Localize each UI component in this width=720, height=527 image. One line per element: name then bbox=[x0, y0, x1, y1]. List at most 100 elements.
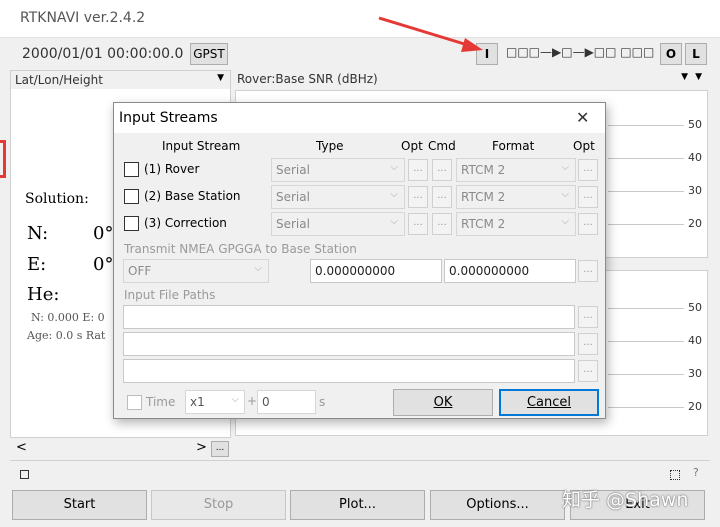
toolbar: 2000/01/01 00:00:00.0 GPST I □□□—▶□—▶□□ … bbox=[10, 40, 710, 68]
header-opt2: Opt bbox=[573, 139, 595, 153]
north-value: 0° bbox=[93, 223, 114, 244]
file-path-2-browse[interactable]: ... bbox=[578, 333, 598, 355]
file-path-3-input[interactable] bbox=[123, 359, 575, 383]
plot-button[interactable]: Plot... bbox=[290, 490, 425, 520]
window-title: RTKNAVI ver.2.4.2 bbox=[20, 10, 146, 26]
base-station-label: (2) Base Station bbox=[144, 189, 241, 203]
red-arrow-annotation bbox=[378, 16, 483, 52]
tick-label: 30 bbox=[688, 367, 702, 380]
correction-checkbox[interactable] bbox=[124, 216, 139, 231]
chevron-down-icon: ⌵ bbox=[390, 216, 398, 227]
plus-sign: + bbox=[247, 394, 258, 408]
speed-select[interactable]: x1 ⌵ bbox=[185, 390, 245, 414]
datetime-display: 2000/01/01 00:00:00.0 bbox=[10, 42, 190, 66]
title-bar: RTKNAVI ver.2.4.2 bbox=[0, 0, 720, 38]
tick-label: 40 bbox=[688, 334, 702, 347]
dialog-title: Input Streams bbox=[119, 110, 218, 126]
tick-label: 20 bbox=[688, 217, 702, 230]
start-button[interactable]: Start bbox=[12, 490, 147, 520]
correction-format-opt-button[interactable]: ... bbox=[578, 213, 598, 235]
tick-label: 30 bbox=[688, 184, 702, 197]
rover-checkbox[interactable] bbox=[124, 162, 139, 177]
tick-label: 50 bbox=[688, 118, 702, 131]
dropdown-arrow-icon: ▼ bbox=[695, 72, 702, 82]
north-label: N: bbox=[27, 223, 49, 244]
base-station-checkbox[interactable] bbox=[124, 189, 139, 204]
dropdown-arrow-icon: ▼ bbox=[681, 72, 688, 82]
file-path-2-input[interactable] bbox=[123, 332, 575, 356]
solution-mode-select[interactable]: Lat/Lon/Height ▼ bbox=[11, 71, 230, 89]
nmea-latitude-input[interactable]: 0.000000000 bbox=[310, 259, 442, 283]
base-format-select[interactable]: RTCM 2 ⌵ bbox=[456, 185, 576, 209]
chevron-down-icon: ⌵ bbox=[561, 216, 569, 227]
left-red-marker bbox=[0, 140, 6, 178]
seconds-unit: s bbox=[319, 395, 326, 409]
file-path-1-input[interactable] bbox=[123, 305, 575, 329]
base-opt-button[interactable]: ... bbox=[408, 186, 428, 208]
tick-label: 50 bbox=[688, 301, 702, 314]
chevron-down-icon: ⌵ bbox=[390, 162, 398, 173]
nmea-longitude-input[interactable]: 0.000000000 bbox=[444, 259, 576, 283]
cancel-button[interactable]: Cancel bbox=[499, 389, 599, 416]
chevron-down-icon: ⌵ bbox=[231, 394, 239, 405]
status-bar: ? bbox=[10, 460, 710, 486]
stream-status: □□□—▶□—▶□□ □□□ bbox=[506, 45, 655, 59]
solution-nav-bar: < > ... bbox=[10, 440, 231, 458]
log-streams-button[interactable]: L bbox=[685, 43, 707, 65]
correction-type-select[interactable]: Serial ⌵ bbox=[271, 212, 405, 236]
rover-format-select[interactable]: RTCM 2 ⌵ bbox=[456, 158, 576, 182]
chevron-down-icon: ⌵ bbox=[254, 263, 262, 274]
rover-type-select[interactable]: Serial ⌵ bbox=[271, 158, 405, 182]
base-format-opt-button[interactable]: ... bbox=[578, 186, 598, 208]
rover-opt-button[interactable]: ... bbox=[408, 159, 428, 181]
base-cmd-button[interactable]: ... bbox=[432, 186, 452, 208]
rover-label: (1) Rover bbox=[144, 162, 200, 176]
ok-button[interactable]: OK bbox=[393, 389, 493, 416]
correction-format-select[interactable]: RTCM 2 ⌵ bbox=[456, 212, 576, 236]
close-icon[interactable]: ✕ bbox=[576, 108, 589, 127]
header-input-stream: Input Stream bbox=[162, 139, 241, 153]
rover-format-opt-button[interactable]: ... bbox=[578, 159, 598, 181]
dropdown-arrow-icon: ▼ bbox=[217, 73, 224, 83]
time-label: Time bbox=[146, 395, 176, 409]
age-line: Age: 0.0 s Rat bbox=[27, 329, 106, 342]
time-checkbox[interactable] bbox=[127, 395, 142, 410]
time-offset-input[interactable]: 0 bbox=[257, 390, 316, 414]
nmea-label: Transmit NMEA GPGGA to Base Station bbox=[124, 242, 357, 256]
header-format: Format bbox=[492, 139, 535, 153]
chevron-down-icon: ⌵ bbox=[561, 189, 569, 200]
nmea-mode-select[interactable]: OFF ⌵ bbox=[123, 259, 269, 283]
chevron-down-icon: ⌵ bbox=[390, 189, 398, 200]
more-button[interactable]: ... bbox=[211, 441, 229, 457]
options-button[interactable]: Options... bbox=[430, 490, 565, 520]
prev-button[interactable]: < bbox=[16, 440, 27, 455]
file-path-3-browse[interactable]: ... bbox=[578, 360, 598, 382]
correction-label: (3) Correction bbox=[144, 216, 227, 230]
tick-label: 40 bbox=[688, 151, 702, 164]
header-opt: Opt bbox=[401, 139, 423, 153]
dialog-title-bar: Input Streams ✕ bbox=[114, 103, 605, 133]
plot-type-select[interactable]: Rover:Base SNR (dBHz) ▼ ▼ bbox=[233, 70, 710, 88]
output-streams-button[interactable]: O bbox=[660, 43, 682, 65]
file-path-1-browse[interactable]: ... bbox=[578, 306, 598, 328]
next-button[interactable]: > bbox=[196, 440, 207, 455]
stop-button[interactable]: Stop bbox=[151, 490, 286, 520]
help-icon[interactable]: ? bbox=[693, 466, 699, 479]
east-label: E: bbox=[27, 254, 47, 275]
settings-icon[interactable] bbox=[670, 470, 680, 480]
stats-line: N: 0.000 E: 0 bbox=[31, 311, 105, 324]
tick-label: 20 bbox=[688, 400, 702, 413]
nmea-position-button[interactable]: ... bbox=[578, 260, 598, 282]
watermark: 知乎 @Shawn bbox=[562, 489, 689, 511]
header-cmd: Cmd bbox=[428, 139, 456, 153]
input-streams-dialog: Input Streams ✕ Input Stream Type Opt Cm… bbox=[113, 102, 606, 419]
file-paths-label: Input File Paths bbox=[124, 288, 216, 302]
correction-cmd-button[interactable]: ... bbox=[432, 213, 452, 235]
rover-cmd-button[interactable]: ... bbox=[432, 159, 452, 181]
east-value: 0° bbox=[93, 254, 114, 275]
correction-opt-button[interactable]: ... bbox=[408, 213, 428, 235]
time-system-button[interactable]: GPST bbox=[190, 43, 228, 65]
status-indicator-icon bbox=[20, 470, 29, 479]
base-type-select[interactable]: Serial ⌵ bbox=[271, 185, 405, 209]
solution-label: Solution: bbox=[25, 191, 89, 207]
